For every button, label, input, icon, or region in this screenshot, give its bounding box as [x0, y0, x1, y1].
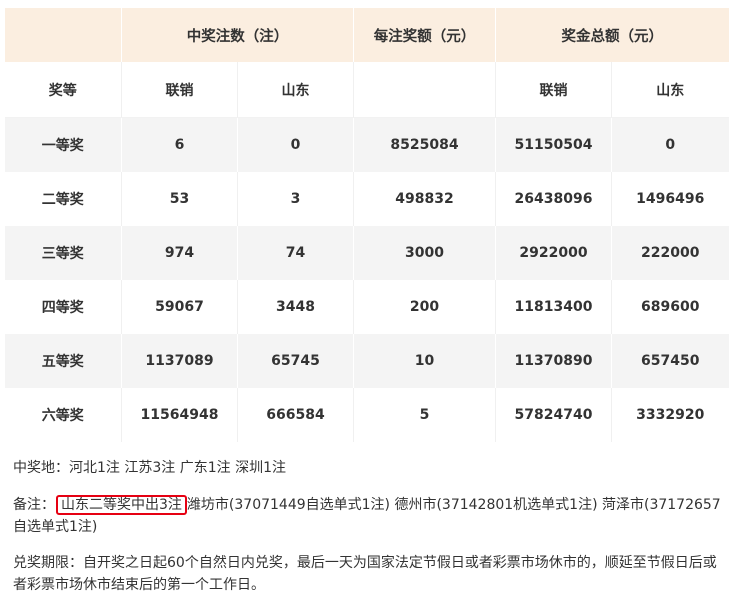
cell-per-ticket: 3000 — [353, 226, 496, 280]
redeem-deadline-note: 兑奖期限：自开奖之日起60个自然日内兑奖，最后一天为国家法定节假日或者彩票市场休… — [13, 555, 717, 593]
cell-winners-shandong: 3448 — [237, 280, 354, 334]
cell-per-ticket: 5 — [353, 388, 496, 442]
winning-places-note: 中奖地：河北1注 江苏3注 广东1注 深圳1注 — [13, 460, 286, 476]
subheader-winners-shandong: 山东 — [237, 62, 354, 118]
cell-total-shandong: 0 — [611, 117, 729, 172]
cell-total-shandong: 3332920 — [611, 388, 729, 442]
cell-winners-union: 59067 — [121, 280, 238, 334]
cell-winners-shandong: 0 — [237, 117, 354, 172]
cell-winners-union: 11564948 — [121, 388, 238, 442]
remark-label: 备注： — [13, 497, 55, 513]
cell-total-union: 2922000 — [495, 226, 612, 280]
cell-level: 六等奖 — [4, 388, 122, 442]
cell-per-ticket: 498832 — [353, 172, 496, 226]
subheader-winners-union: 联销 — [121, 62, 238, 118]
cell-total-shandong: 689600 — [611, 280, 729, 334]
prize-table: 中奖注数（注） 每注奖额（元） 奖金总额（元） 奖等 联销 山东 联销 山东 一… — [4, 8, 729, 442]
cell-total-shandong: 222000 — [611, 226, 729, 280]
table-row: 四等奖 59067 3448 200 11813400 689600 — [4, 280, 729, 334]
cell-total-union: 51150504 — [495, 117, 612, 172]
table-row: 五等奖 1137089 65745 10 11370890 657450 — [4, 334, 729, 388]
table-row: 二等奖 53 3 498832 26438096 1496496 — [4, 172, 729, 226]
cell-winners-union: 6 — [121, 117, 238, 172]
cell-winners-union: 974 — [121, 226, 238, 280]
cell-level: 五等奖 — [4, 334, 122, 388]
cell-total-union: 11813400 — [495, 280, 612, 334]
header-total: 奖金总额（元） — [495, 8, 729, 62]
remark-highlight: 山东二等奖中出3注 — [56, 495, 187, 515]
cell-total-union: 57824740 — [495, 388, 612, 442]
table-header-row: 中奖注数（注） 每注奖额（元） 奖金总额（元） — [4, 8, 729, 62]
cell-winners-union: 53 — [121, 172, 238, 226]
remark-note: 备注： 山东二等奖中出3注 潍坊市(37071449自选单式1注) 德州市(3714… — [13, 494, 725, 538]
cell-total-union: 11370890 — [495, 334, 612, 388]
cell-level: 四等奖 — [4, 280, 122, 334]
cell-total-shandong: 657450 — [611, 334, 729, 388]
header-winners: 中奖注数（注） — [121, 8, 354, 62]
table-row: 六等奖 11564948 666584 5 57824740 3332920 — [4, 388, 729, 442]
subheader-level: 奖等 — [4, 62, 122, 118]
cell-winners-shandong: 74 — [237, 226, 354, 280]
subheader-per-ticket-blank — [353, 62, 496, 118]
header-blank-cell — [4, 8, 122, 62]
table-subheader-row: 奖等 联销 山东 联销 山东 — [4, 62, 729, 118]
cell-total-shandong: 1496496 — [611, 172, 729, 226]
cell-winners-shandong: 666584 — [237, 388, 354, 442]
table-row: 三等奖 974 74 3000 2922000 222000 — [4, 226, 729, 280]
cell-level: 二等奖 — [4, 172, 122, 226]
header-per-ticket: 每注奖额（元） — [353, 8, 496, 62]
cell-winners-shandong: 3 — [237, 172, 354, 226]
cell-winners-shandong: 65745 — [237, 334, 354, 388]
cell-level: 一等奖 — [4, 117, 122, 172]
cell-per-ticket: 10 — [353, 334, 496, 388]
cell-level: 三等奖 — [4, 226, 122, 280]
cell-winners-union: 1137089 — [121, 334, 238, 388]
subheader-total-shandong: 山东 — [611, 62, 729, 118]
cell-per-ticket: 8525084 — [353, 117, 496, 172]
cell-total-union: 26438096 — [495, 172, 612, 226]
cell-per-ticket: 200 — [353, 280, 496, 334]
subheader-total-union: 联销 — [495, 62, 612, 118]
table-row: 一等奖 6 0 8525084 51150504 0 — [4, 117, 729, 172]
